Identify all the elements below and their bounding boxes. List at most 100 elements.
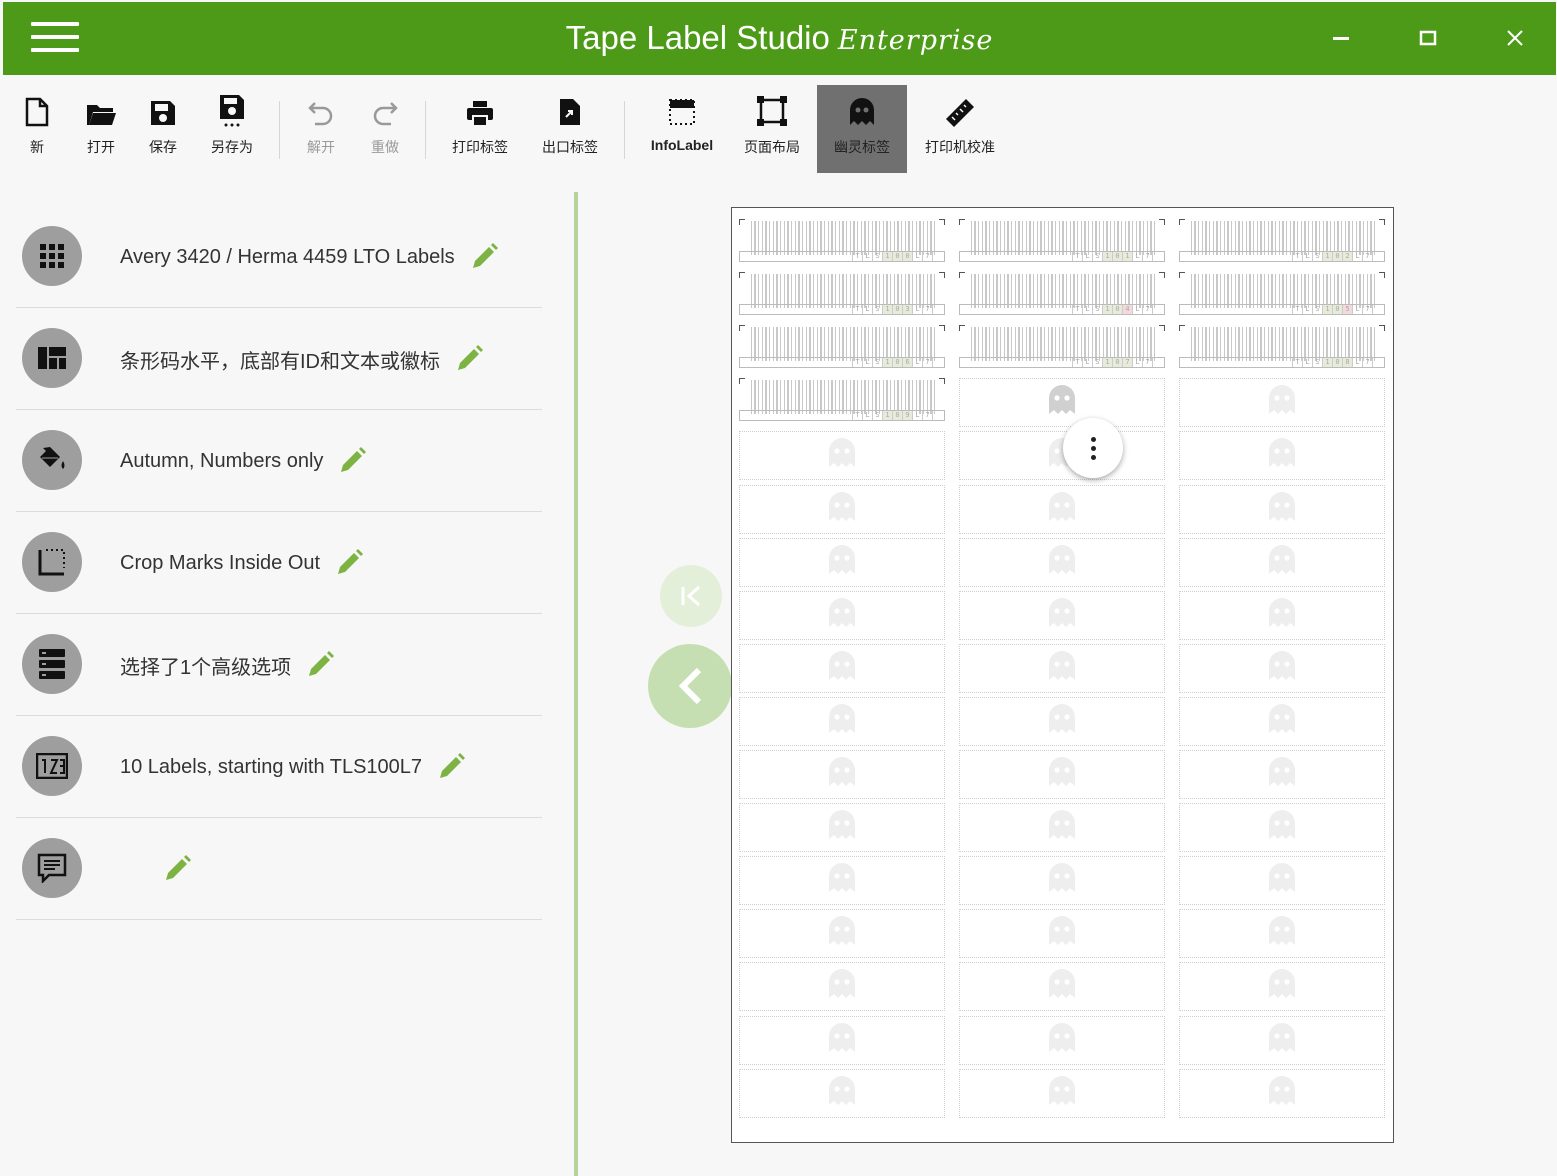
edit-pencil-icon[interactable] <box>436 752 466 782</box>
ghost-label[interactable] <box>739 803 945 853</box>
first-page-button[interactable] <box>660 565 722 627</box>
minimize-button[interactable] <box>1319 16 1363 60</box>
setting-comment[interactable] <box>16 818 542 920</box>
edit-pencil-icon[interactable] <box>162 854 192 884</box>
ghost-icon <box>1267 915 1297 952</box>
export-labels-button[interactable]: 出口标签 <box>537 85 603 173</box>
ghost-label[interactable] <box>959 909 1165 959</box>
more-options-button[interactable] <box>1063 418 1123 478</box>
ghost-label[interactable] <box>739 590 945 640</box>
setting-layout[interactable]: 条形码水平，底部有ID和文本或徽标 <box>16 308 542 410</box>
edit-pencil-icon[interactable] <box>469 242 499 272</box>
label-id-char: 0 <box>1112 305 1122 315</box>
setting-label-count[interactable]: 10 Labels, starting with TLS100L7 <box>16 716 542 818</box>
barcode-label[interactable]: TLS104L7 <box>959 272 1165 321</box>
ghost-label[interactable] <box>1179 484 1385 534</box>
ghost-label[interactable] <box>739 909 945 959</box>
counter-icon <box>36 753 68 779</box>
open-button[interactable]: 打开 <box>79 85 123 173</box>
ghost-label[interactable] <box>1179 643 1385 693</box>
barcode-label[interactable]: TLS105L7 <box>1179 272 1385 321</box>
close-button[interactable] <box>1493 16 1537 60</box>
ghost-label[interactable] <box>959 590 1165 640</box>
ghost-label[interactable] <box>1179 696 1385 746</box>
ghost-label[interactable] <box>959 696 1165 746</box>
ghost-icon <box>827 650 857 687</box>
ghost-label[interactable] <box>1179 1068 1385 1118</box>
ghost-label[interactable] <box>959 1015 1165 1065</box>
printer-calibration-button[interactable]: 打印机校准 <box>921 85 999 173</box>
previous-page-button[interactable] <box>648 644 732 728</box>
redo-button[interactable]: 重做 <box>365 85 405 173</box>
setting-label-type[interactable]: Avery 3420 / Herma 4459 LTO Labels <box>16 206 542 308</box>
ghost-label[interactable] <box>959 1068 1165 1118</box>
label-id-char: 1 <box>1322 358 1332 368</box>
edit-pencil-icon[interactable] <box>334 548 364 578</box>
ghost-label[interactable] <box>1179 1015 1385 1065</box>
ghost-label[interactable] <box>1179 378 1385 428</box>
setting-icon-circle <box>22 838 82 898</box>
ghost-label[interactable] <box>1179 803 1385 853</box>
ghost-labels-button[interactable]: 幽灵标签 <box>817 85 907 173</box>
label-id-box: TLS100L7 <box>739 251 945 262</box>
ghost-label[interactable] <box>739 1068 945 1118</box>
ghost-label[interactable] <box>1179 431 1385 481</box>
label-id-box: TLS102L7 <box>1179 251 1385 262</box>
redo-icon <box>373 102 398 126</box>
maximize-button[interactable] <box>1406 16 1450 60</box>
ghost-label[interactable] <box>739 643 945 693</box>
ghost-label[interactable] <box>739 1015 945 1065</box>
setting-crop-marks[interactable]: Crop Marks Inside Out <box>16 512 542 614</box>
ghost-label[interactable] <box>1179 856 1385 906</box>
ghost-label[interactable] <box>959 378 1165 428</box>
ghost-label[interactable] <box>959 643 1165 693</box>
ghost-label[interactable] <box>959 484 1165 534</box>
ghost-label[interactable] <box>739 484 945 534</box>
ghost-label[interactable] <box>959 803 1165 853</box>
barcode-label[interactable]: TLS100L7 <box>739 219 945 268</box>
barcode-label[interactable]: TLS102L7 <box>1179 219 1385 268</box>
barcode-label[interactable]: TLS109L7 <box>739 378 945 427</box>
ghost-label[interactable] <box>739 856 945 906</box>
ghost-label[interactable] <box>959 431 1165 481</box>
ghost-label[interactable] <box>739 962 945 1012</box>
save-as-button[interactable]: 另存为 <box>208 85 256 173</box>
ghost-label[interactable] <box>739 696 945 746</box>
setting-advanced-options[interactable]: 选择了1个高级选项 <box>16 614 542 716</box>
undo-button[interactable]: 解开 <box>301 85 341 173</box>
ghost-label[interactable] <box>1179 962 1385 1012</box>
ghost-label[interactable] <box>1179 537 1385 587</box>
edit-pencil-icon[interactable] <box>305 650 335 680</box>
label-id-char: L <box>1352 252 1362 261</box>
setting-icon-circle <box>22 532 82 592</box>
label-id-char: S <box>1312 358 1322 368</box>
label-id-char: 1 <box>1122 252 1132 261</box>
page-layout-button[interactable]: 页面布局 <box>739 85 805 173</box>
ghost-label[interactable] <box>739 750 945 799</box>
print-labels-button[interactable]: 打印标签 <box>447 85 513 173</box>
infolabel-button[interactable]: InfoLabel <box>646 85 718 173</box>
ghost-label[interactable] <box>959 750 1165 799</box>
barcode-label[interactable]: TLS108L7 <box>1179 325 1385 374</box>
edit-pencil-icon[interactable] <box>454 344 484 374</box>
ghost-icon <box>827 437 857 474</box>
label-id-char: 3 <box>902 305 912 315</box>
label-id-char: L <box>912 358 922 368</box>
ghost-label[interactable] <box>739 537 945 587</box>
panel-splitter[interactable] <box>574 192 578 1176</box>
ghost-label[interactable] <box>959 537 1165 587</box>
ghost-label[interactable] <box>959 856 1165 906</box>
ghost-label[interactable] <box>1179 909 1385 959</box>
save-button[interactable]: 保存 <box>143 85 183 173</box>
barcode-label[interactable]: TLS106L7 <box>739 325 945 374</box>
barcode-label[interactable]: TLS107L7 <box>959 325 1165 374</box>
barcode-label[interactable]: TLS101L7 <box>959 219 1165 268</box>
new-button[interactable]: 新 <box>17 85 57 173</box>
ghost-label[interactable] <box>1179 590 1385 640</box>
barcode-label[interactable]: TLS103L7 <box>739 272 945 321</box>
setting-color-scheme[interactable]: Autumn, Numbers only <box>16 410 542 512</box>
edit-pencil-icon[interactable] <box>337 446 367 476</box>
ghost-label[interactable] <box>739 431 945 481</box>
ghost-label[interactable] <box>1179 750 1385 799</box>
ghost-label[interactable] <box>959 962 1165 1012</box>
